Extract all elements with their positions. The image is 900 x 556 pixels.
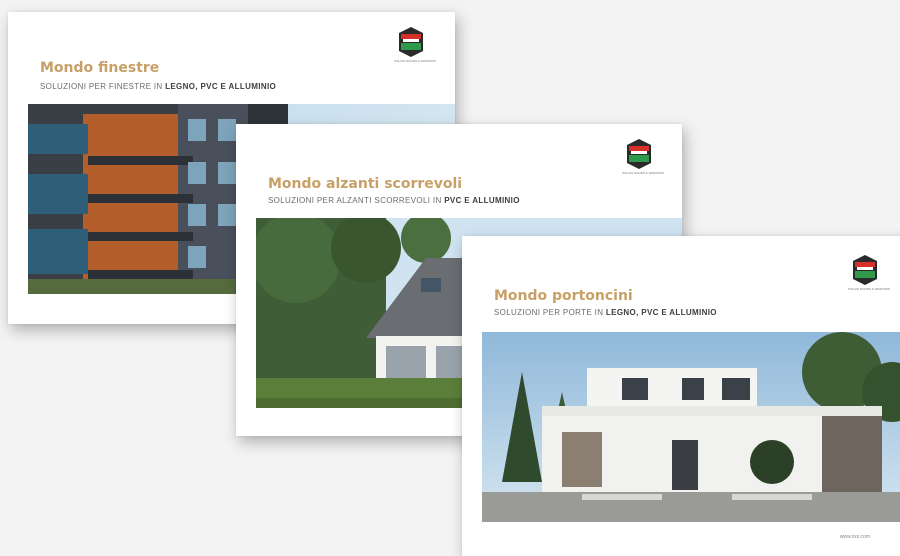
brochure-subtitle: SOLUZIONI PER ALZANTI SCORREVOLI IN PVC … — [268, 196, 520, 205]
brand-logo-icon: ITALIAN DOORS & WINDOWS — [622, 138, 664, 184]
footer-url: www.xxx.com — [839, 534, 870, 540]
brand-logo-icon: ITALIAN DOORS & WINDOWS — [394, 26, 436, 72]
modern-villa-photo — [482, 332, 900, 522]
brochure-cover-portoncini: ITALIAN DOORS & WINDOWS Mondo portoncini… — [462, 236, 900, 556]
brochure-title: Mondo alzanti scorrevoli — [268, 176, 463, 192]
brand-logo-icon: ITALIAN DOORS & WINDOWS — [848, 254, 890, 300]
logo-caption: ITALIAN DOORS & WINDOWS — [394, 59, 436, 63]
brochure-title: Mondo finestre — [40, 60, 160, 76]
brochure-subtitle: SOLUZIONI PER FINESTRE IN LEGNO, PVC E A… — [40, 82, 277, 91]
brochure-subtitle: SOLUZIONI PER PORTE IN LEGNO, PVC E ALLU… — [494, 308, 717, 317]
logo-caption: ITALIAN DOORS & WINDOWS — [622, 171, 664, 175]
logo-caption: ITALIAN DOORS & WINDOWS — [848, 287, 890, 291]
brochure-title: Mondo portoncini — [494, 288, 633, 304]
